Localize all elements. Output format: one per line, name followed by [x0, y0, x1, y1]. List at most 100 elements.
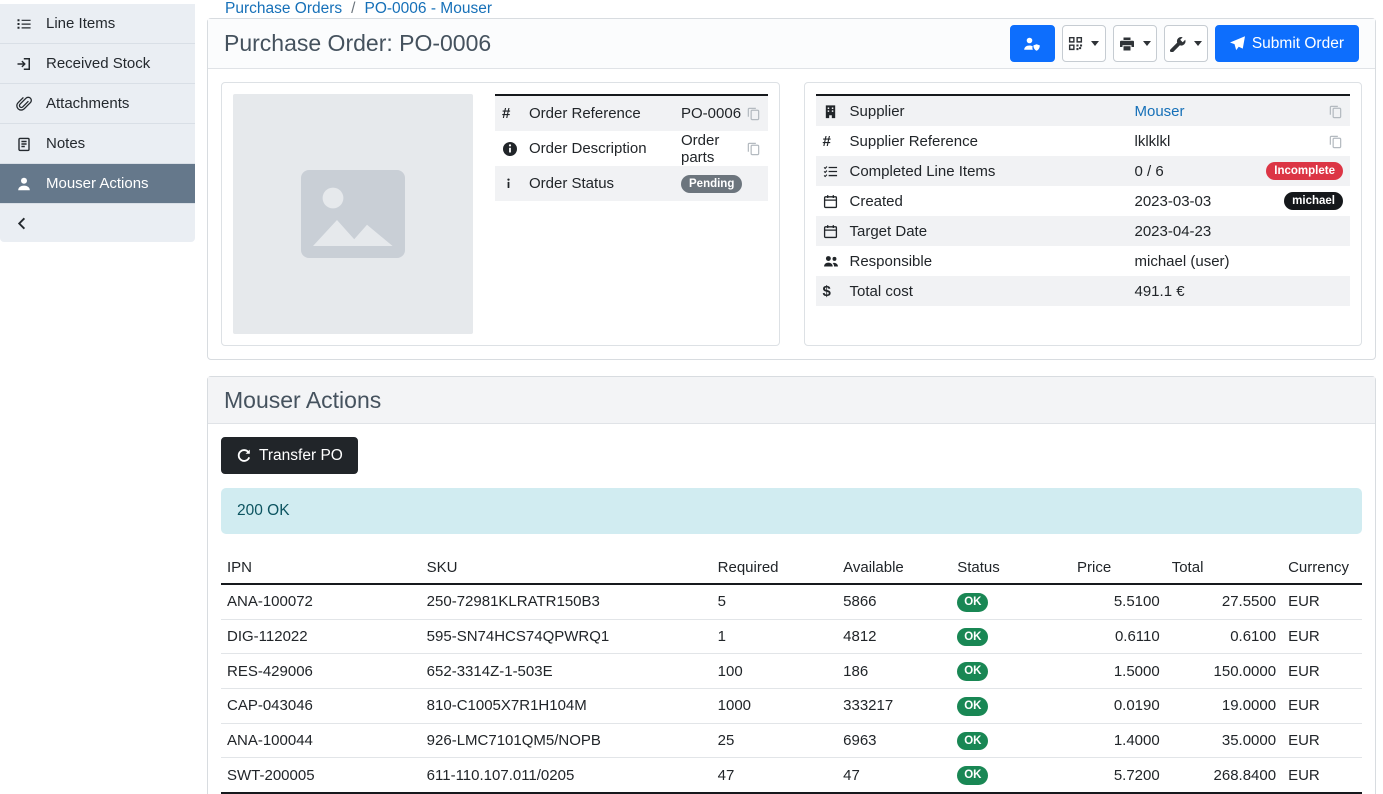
cell-total: 27.5500: [1166, 584, 1282, 619]
sidebar-item-label: Line Items: [46, 15, 115, 32]
chevron-down-icon: [1143, 41, 1151, 46]
sidebar-item-mouser-actions[interactable]: Mouser Actions: [0, 164, 195, 204]
cell-currency: EUR: [1282, 654, 1362, 689]
refresh-icon: [236, 448, 252, 464]
column-header-total[interactable]: Total: [1166, 554, 1282, 584]
column-header-status[interactable]: Status: [951, 554, 1071, 584]
cell-total: 150.0000: [1166, 654, 1282, 689]
cell-ipn: CAP-043046: [221, 688, 421, 723]
cell-status: OK: [951, 654, 1071, 689]
hash-icon: #: [823, 133, 850, 150]
cell-price: 5.5100: [1071, 584, 1166, 619]
cell-ipn: ANA-100072: [221, 584, 421, 619]
cell-required: 5: [712, 584, 838, 619]
line-items-table: IPN SKU Required Available Status Price …: [221, 554, 1362, 794]
sidebar-item-label: Received Stock: [46, 55, 150, 72]
order-details-panel: # Order Reference PO-0006 Order Descript…: [221, 82, 780, 346]
sidebar-item-label: Notes: [46, 135, 85, 152]
column-header-ipn[interactable]: IPN: [221, 554, 421, 584]
cell-sku: 810-C1005X7R1H104M: [421, 688, 712, 723]
table-row[interactable]: ANA-100044 926-LMC7101QM5/NOPB 25 6963 O…: [221, 723, 1362, 758]
detail-row-order-reference: # Order Reference PO-0006: [495, 96, 768, 131]
incomplete-badge: Incomplete: [1266, 162, 1343, 181]
cell-sku: 595-SN74HCS74QPWRQ1: [421, 619, 712, 654]
users-icon: [823, 254, 850, 269]
detail-value: 491.1 €: [1135, 283, 1344, 300]
order-options-button[interactable]: [1164, 25, 1208, 62]
supplier-link[interactable]: Mouser: [1135, 103, 1185, 120]
transfer-po-button[interactable]: Transfer PO: [221, 437, 358, 474]
sidebar-item-notes[interactable]: Notes: [0, 124, 195, 164]
ok-status-badge: OK: [957, 732, 988, 751]
column-header-currency[interactable]: Currency: [1282, 554, 1362, 584]
table-row[interactable]: RES-429006 652-3314Z-1-503E 100 186 OK 1…: [221, 654, 1362, 689]
cell-status: OK: [951, 688, 1071, 723]
page-title: Purchase Order: PO-0006: [224, 30, 491, 57]
ok-status-badge: OK: [957, 628, 988, 647]
column-header-price[interactable]: Price: [1071, 554, 1166, 584]
purchase-order-body: # Order Reference PO-0006 Order Descript…: [208, 69, 1375, 359]
barcode-actions-button[interactable]: [1062, 25, 1106, 62]
user-permissions-button[interactable]: [1010, 25, 1055, 62]
copy-icon[interactable]: [746, 106, 761, 121]
cell-total: 19.0000: [1166, 688, 1282, 723]
cell-available: 5866: [837, 584, 951, 619]
part-thumbnail[interactable]: [233, 94, 473, 334]
detail-row-supplier-reference: # Supplier Reference lklklkl: [816, 126, 1351, 156]
breadcrumb-link-current-order[interactable]: PO-0006 - Mouser: [364, 0, 492, 18]
print-actions-button[interactable]: [1113, 25, 1157, 62]
sidebar-item-label: Mouser Actions: [46, 175, 149, 192]
detail-value: lklklkl: [1135, 133, 1329, 150]
wrench-icon: [1170, 36, 1186, 52]
table-row[interactable]: DIG-112022 595-SN74HCS74QPWRQ1 1 4812 OK…: [221, 619, 1362, 654]
detail-label: Order Description: [529, 140, 681, 157]
cell-ipn: RES-429006: [221, 654, 421, 689]
sidebar-collapse-button[interactable]: [0, 204, 195, 242]
cell-required: 100: [712, 654, 838, 689]
detail-row-total-cost: $ Total cost 491.1 €: [816, 276, 1351, 306]
order-details-table: # Order Reference PO-0006 Order Descript…: [495, 94, 768, 201]
status-badge-pending: Pending: [681, 175, 742, 194]
calendar-icon: [823, 224, 850, 239]
cell-sku: 611-110.107.011/0205: [421, 758, 712, 793]
cell-price: 0.0190: [1071, 688, 1166, 723]
status-alert: 200 OK: [221, 488, 1362, 534]
cell-total: 35.0000: [1166, 723, 1282, 758]
sidebar-item-line-items[interactable]: Line Items: [0, 4, 195, 44]
copy-icon[interactable]: [746, 141, 761, 156]
transfer-po-label: Transfer PO: [259, 447, 343, 465]
purchase-order-header: Purchase Order: PO-0006: [208, 19, 1375, 69]
table-row[interactable]: ANA-100072 250-72981KLRATR150B3 5 5866 O…: [221, 584, 1362, 619]
sidebar-item-label: Attachments: [46, 95, 129, 112]
cell-available: 6963: [837, 723, 951, 758]
cell-currency: EUR: [1282, 619, 1362, 654]
cell-required: 47: [712, 758, 838, 793]
sidebar: Line Items Received Stock Attachments No…: [0, 0, 195, 794]
table-row[interactable]: CAP-043046 810-C1005X7R1H104M 1000 33321…: [221, 688, 1362, 723]
detail-label: Created: [850, 193, 1135, 210]
cell-price: 1.5000: [1071, 654, 1166, 689]
chevron-down-icon: [1194, 41, 1202, 46]
column-header-required[interactable]: Required: [712, 554, 838, 584]
table-row[interactable]: SWT-200005 611-110.107.011/0205 47 47 OK…: [221, 758, 1362, 793]
submit-order-button[interactable]: Submit Order: [1215, 25, 1359, 62]
detail-value: 2023-04-23: [1135, 223, 1344, 240]
column-header-sku[interactable]: SKU: [421, 554, 712, 584]
dollar-icon: $: [823, 283, 850, 300]
send-icon: [1230, 36, 1245, 51]
detail-label: Completed Line Items: [850, 163, 1135, 180]
sidebar-item-attachments[interactable]: Attachments: [0, 84, 195, 124]
info-icon: [502, 176, 529, 191]
cell-price: 0.6110: [1071, 619, 1166, 654]
building-icon: [823, 104, 850, 119]
column-header-available[interactable]: Available: [837, 554, 951, 584]
copy-icon[interactable]: [1328, 134, 1343, 149]
cell-total: 0.6100: [1166, 619, 1282, 654]
sidebar-item-received-stock[interactable]: Received Stock: [0, 44, 195, 84]
calendar-icon: [823, 194, 850, 209]
notes-icon: [15, 136, 33, 152]
copy-icon[interactable]: [1328, 104, 1343, 119]
cell-currency: EUR: [1282, 688, 1362, 723]
mouser-actions-card: Mouser Actions Transfer PO 200 OK IPN S: [207, 376, 1376, 794]
breadcrumb-link-purchase-orders[interactable]: Purchase Orders: [225, 0, 342, 18]
